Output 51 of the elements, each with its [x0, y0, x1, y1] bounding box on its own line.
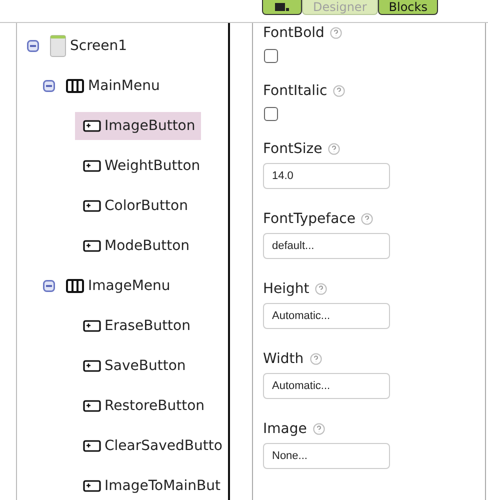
property-label: FontTypeface [263, 211, 356, 227]
help-icon[interactable] [310, 353, 322, 365]
tree-item[interactable]: ImageToMainBut [74, 472, 226, 500]
help-icon[interactable] [330, 27, 342, 39]
checkbox[interactable] [264, 49, 278, 63]
columns-icon [66, 279, 84, 293]
checkbox[interactable] [264, 107, 278, 121]
property-label: FontSize [263, 141, 322, 157]
button-icon [82, 160, 100, 172]
button-icon [82, 360, 100, 372]
property-label: Image [263, 421, 307, 437]
collapse-icon[interactable] [43, 80, 55, 92]
collapse-icon[interactable] [27, 40, 39, 52]
property-label: FontItalic [263, 83, 328, 99]
button-icon [82, 440, 100, 452]
property-field[interactable]: Automatic... [263, 373, 390, 399]
property-field[interactable]: None... [263, 443, 390, 469]
columns-icon [66, 79, 84, 93]
button-icon [82, 400, 100, 412]
tree-item[interactable]: SaveButton [74, 352, 192, 380]
help-icon[interactable] [312, 423, 325, 435]
property-field[interactable]: default... [263, 233, 390, 259]
tree-item[interactable]: EraseButton [74, 312, 196, 340]
tree-item[interactable]: WeightButton [74, 152, 206, 180]
tree-item[interactable]: MainMenu [58, 72, 166, 100]
button-icon [82, 120, 100, 132]
collapse-icon[interactable] [43, 280, 55, 292]
property-field[interactable]: 14.0 [263, 163, 390, 189]
property-field[interactable]: Automatic... [263, 303, 390, 329]
help-icon[interactable] [333, 85, 346, 97]
tree-item[interactable]: ClearSavedButto [74, 432, 228, 460]
tree-item[interactable]: RestoreButton [74, 392, 211, 420]
help-icon[interactable] [328, 143, 340, 155]
help-icon[interactable] [315, 283, 328, 295]
property-label: Height [263, 281, 310, 297]
button-icon [82, 320, 100, 332]
button-icon [82, 480, 100, 492]
tree-item[interactable]: ColorButton [74, 192, 194, 220]
palette-button[interactable] [262, 0, 302, 15]
button-icon [82, 200, 100, 212]
property-label: Width [263, 351, 304, 367]
tree-item[interactable]: ImageButton [74, 112, 202, 140]
tree-item[interactable]: ModeButton [74, 232, 196, 260]
button-icon [82, 240, 100, 252]
view-tab[interactable]: Blocks [378, 0, 438, 15]
help-icon[interactable] [361, 213, 374, 225]
screen-icon [50, 35, 66, 57]
property-label: FontBold [263, 25, 324, 41]
square-icon [275, 3, 289, 11]
tree-item[interactable]: ImageMenu [58, 272, 176, 300]
tree-item[interactable]: Screen1 [42, 29, 134, 63]
